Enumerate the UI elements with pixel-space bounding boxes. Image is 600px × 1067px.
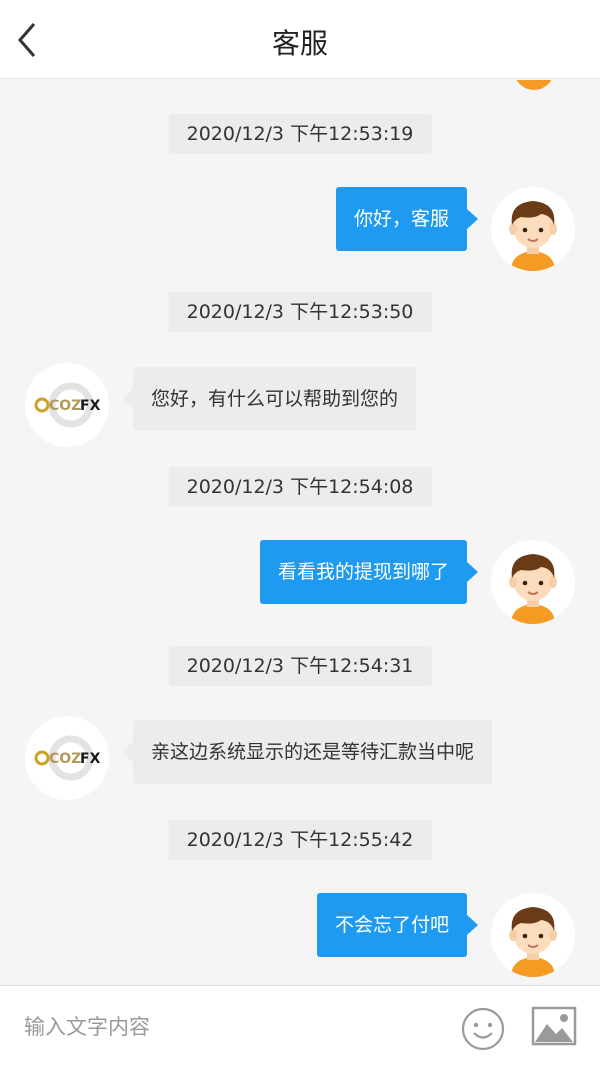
user-avatar[interactable]: [491, 893, 575, 977]
my-message-bubble[interactable]: 你好，客服: [335, 187, 467, 251]
boy-avatar-icon: [509, 201, 557, 271]
user-avatar[interactable]: [491, 187, 575, 271]
svg-text:COZ: COZ: [49, 751, 81, 767]
page-title: 客服: [271, 27, 328, 60]
message-input-bar: [0, 985, 600, 1067]
agent-avatar[interactable]: COZ FX: [25, 363, 109, 447]
agent-message-bubble[interactable]: 亲这边系统显示的还是等待汇款当中呢: [133, 720, 493, 784]
message-timestamp: 2020/12/3 下午12:54:31: [168, 646, 432, 686]
header-bar: 客服: [0, 0, 600, 79]
agent-avatar[interactable]: COZ FX: [25, 716, 109, 800]
image-button[interactable]: [531, 1006, 577, 1046]
message-timestamp: 2020/12/3 下午12:55:42: [168, 820, 432, 860]
message-timestamp: 2020/12/3 下午12:54:08: [168, 467, 432, 507]
boy-avatar-icon: [509, 907, 557, 977]
avatar-partial: [514, 80, 554, 90]
my-message-bubble[interactable]: 不会忘了付吧: [316, 893, 467, 957]
boy-avatar-icon: [509, 554, 557, 624]
svg-text:COZ: COZ: [49, 398, 81, 414]
emoji-button[interactable]: [460, 1006, 506, 1052]
cozfx-logo-icon: COZ FX: [34, 382, 101, 428]
image-icon: [531, 1006, 577, 1046]
my-message-bubble[interactable]: 看看我的提现到哪了: [259, 540, 467, 604]
svg-text:FX: FX: [80, 751, 101, 767]
message-timestamp: 2020/12/3 下午12:53:19: [168, 114, 432, 154]
message-timestamp: 2020/12/3 下午12:53:50: [168, 292, 432, 332]
cozfx-logo-icon: COZ FX: [34, 735, 101, 781]
agent-message-bubble[interactable]: 您好，有什么可以帮助到您的: [133, 367, 417, 431]
smiley-icon: [461, 1007, 505, 1051]
svg-text:FX: FX: [80, 398, 101, 414]
chat-area[interactable]: 2020/12/3 下午12:53:19 你好，客服 2020/12/3 下午1…: [0, 80, 600, 984]
message-input[interactable]: [24, 1006, 424, 1048]
user-avatar[interactable]: [491, 540, 575, 624]
